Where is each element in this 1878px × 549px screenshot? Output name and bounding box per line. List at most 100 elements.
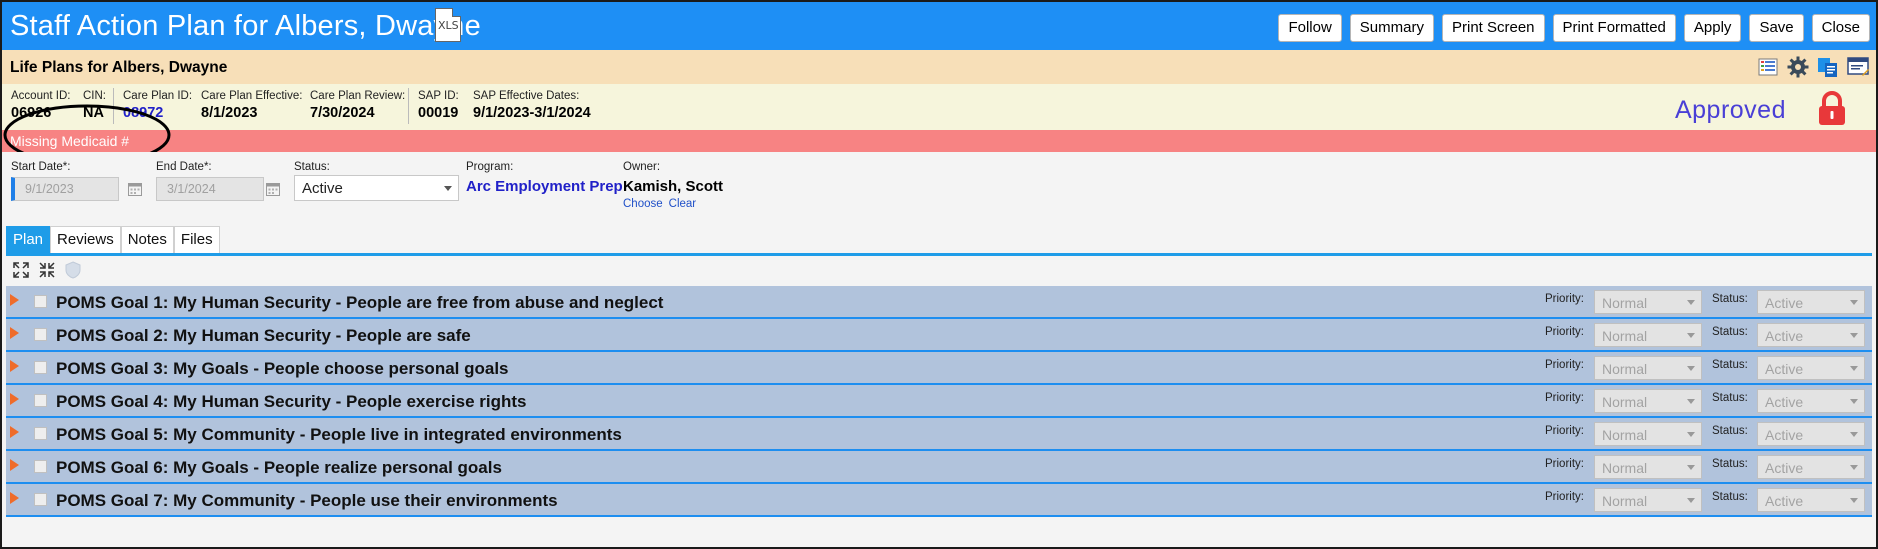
alert-bar: Missing Medicaid # [2,130,1876,152]
print-screen-button[interactable]: Print Screen [1441,14,1545,42]
chevron-down-icon [1687,366,1695,371]
program-link[interactable]: Arc Employment Prep [466,178,623,195]
grid-list-icon[interactable] [1756,55,1780,79]
end-date-calendar-icon[interactable] [265,181,281,197]
expand-arrow-icon[interactable] [10,393,19,405]
chevron-down-icon [1687,333,1695,338]
notes-window-icon[interactable] [1846,55,1870,79]
account-id-label: Account ID: [11,90,71,102]
expand-arrow-icon[interactable] [10,426,19,438]
print-formatted-button[interactable]: Print Formatted [1552,14,1676,42]
goal-checkbox[interactable] [34,394,47,407]
status-select[interactable]: Active [1757,488,1865,512]
goal-row[interactable]: POMS Goal 1: My Human Security - People … [6,286,1872,319]
start-date-calendar-icon[interactable] [127,181,143,197]
goal-number: POMS Goal 5 [56,425,163,444]
owner-field: Owner: Kamish, Scott Choose Clear [623,161,723,210]
goal-number: POMS Goal 7 [56,491,163,510]
status-select[interactable]: Active [1757,422,1865,446]
status-select[interactable]: Active [294,175,459,201]
tab-plan[interactable]: Plan [6,226,51,253]
goal-description: : My Community - People live in integrat… [162,425,622,444]
priority-select[interactable]: Normal [1594,290,1702,314]
expand-arrow-icon[interactable] [10,492,19,504]
status-select[interactable]: Active [1757,290,1865,314]
status-label: Status: [1712,491,1748,503]
status-select-value: Active [302,180,343,197]
collapse-all-icon[interactable] [38,261,56,279]
plan-info-bar: Account ID: 06926 CIN: NA Care Plan ID: … [2,84,1876,130]
goal-checkbox[interactable] [34,493,47,506]
plan-tabs: Plan Reviews Notes Files [6,226,220,253]
start-date-input[interactable]: 9/1/2023 [11,177,119,201]
xls-export-icon[interactable]: XLS [435,8,461,42]
goal-toolbar [12,261,82,279]
goal-number: POMS Goal 2 [56,326,163,345]
status-select[interactable]: Active [1757,356,1865,380]
priority-label: Priority: [1545,458,1584,470]
expand-arrow-icon[interactable] [10,360,19,372]
owner-clear-link[interactable]: Clear [669,198,696,210]
status-value: Active [1765,394,1804,410]
goal-row[interactable]: POMS Goal 6: My Goals - People realize p… [6,451,1872,484]
window-title: Staff Action Plan for Albers, Dwayne [10,10,481,42]
goal-checkbox[interactable] [34,295,47,308]
approval-status-text: Approved [1674,96,1786,124]
staff-action-plan-window: Staff Action Plan for Albers, Dwayne XLS… [0,0,1878,549]
chevron-down-icon [1850,333,1858,338]
care-plan-review-value: 7/30/2024 [310,105,375,121]
sap-id-field: SAP ID: 00019 [418,90,459,121]
status-select[interactable]: Active [1757,389,1865,413]
goal-title: POMS Goal 3: My Goals - People choose pe… [56,359,509,379]
end-date-input[interactable]: 3/1/2024 [156,177,264,201]
gear-icon[interactable] [1786,55,1810,79]
chevron-down-icon [1850,432,1858,437]
goal-row[interactable]: POMS Goal 2: My Human Security - People … [6,319,1872,352]
status-select[interactable]: Active [1757,323,1865,347]
expand-all-icon[interactable] [12,261,30,279]
expand-arrow-icon[interactable] [10,327,19,339]
status-label: Status: [1712,392,1748,404]
follow-button[interactable]: Follow [1278,14,1342,42]
start-date-label: Start Date*: [11,161,71,173]
owner-choose-link[interactable]: Choose [623,198,663,210]
status-select[interactable]: Active [1757,455,1865,479]
goal-row[interactable]: POMS Goal 5: My Community - People live … [6,418,1872,451]
tab-notes[interactable]: Notes [120,226,174,253]
goal-checkbox[interactable] [34,361,47,374]
goal-checkbox[interactable] [34,460,47,473]
expand-arrow-icon[interactable] [10,294,19,306]
goal-number: POMS Goal 3 [56,359,163,378]
close-button[interactable]: Close [1811,14,1870,42]
chevron-down-icon [1687,432,1695,437]
status-label: Status: [1712,326,1748,338]
tab-reviews[interactable]: Reviews [50,226,121,253]
status-label: Status: [1712,425,1748,437]
priority-select[interactable]: Normal [1594,356,1702,380]
apply-button[interactable]: Apply [1683,14,1742,42]
goal-number: POMS Goal 6 [56,458,163,477]
goal-row[interactable]: POMS Goal 7: My Community - People use t… [6,484,1872,517]
expand-arrow-icon[interactable] [10,459,19,471]
save-button[interactable]: Save [1749,14,1804,42]
goal-row[interactable]: POMS Goal 3: My Goals - People choose pe… [6,352,1872,385]
summary-button[interactable]: Summary [1349,14,1434,42]
priority-select[interactable]: Normal [1594,323,1702,347]
priority-select[interactable]: Normal [1594,488,1702,512]
priority-label: Priority: [1545,326,1584,338]
priority-select[interactable]: Normal [1594,422,1702,446]
copy-documents-icon[interactable] [1816,55,1840,79]
sap-effective-dates-value: 9/1/2023-3/1/2024 [473,105,591,121]
status-value: Active [1765,361,1804,377]
shield-icon [65,261,81,279]
priority-select[interactable]: Normal [1594,389,1702,413]
goal-title: POMS Goal 5: My Community - People live … [56,425,622,445]
life-plans-header: Life Plans for Albers, Dwayne [2,50,1876,84]
goal-row[interactable]: POMS Goal 4: My Human Security - People … [6,385,1872,418]
goal-checkbox[interactable] [34,328,47,341]
title-bar: Staff Action Plan for Albers, Dwayne XLS… [2,2,1876,50]
priority-select[interactable]: Normal [1594,455,1702,479]
status-value: Active [1765,328,1804,344]
goal-checkbox[interactable] [34,427,47,440]
tab-files[interactable]: Files [173,226,220,253]
